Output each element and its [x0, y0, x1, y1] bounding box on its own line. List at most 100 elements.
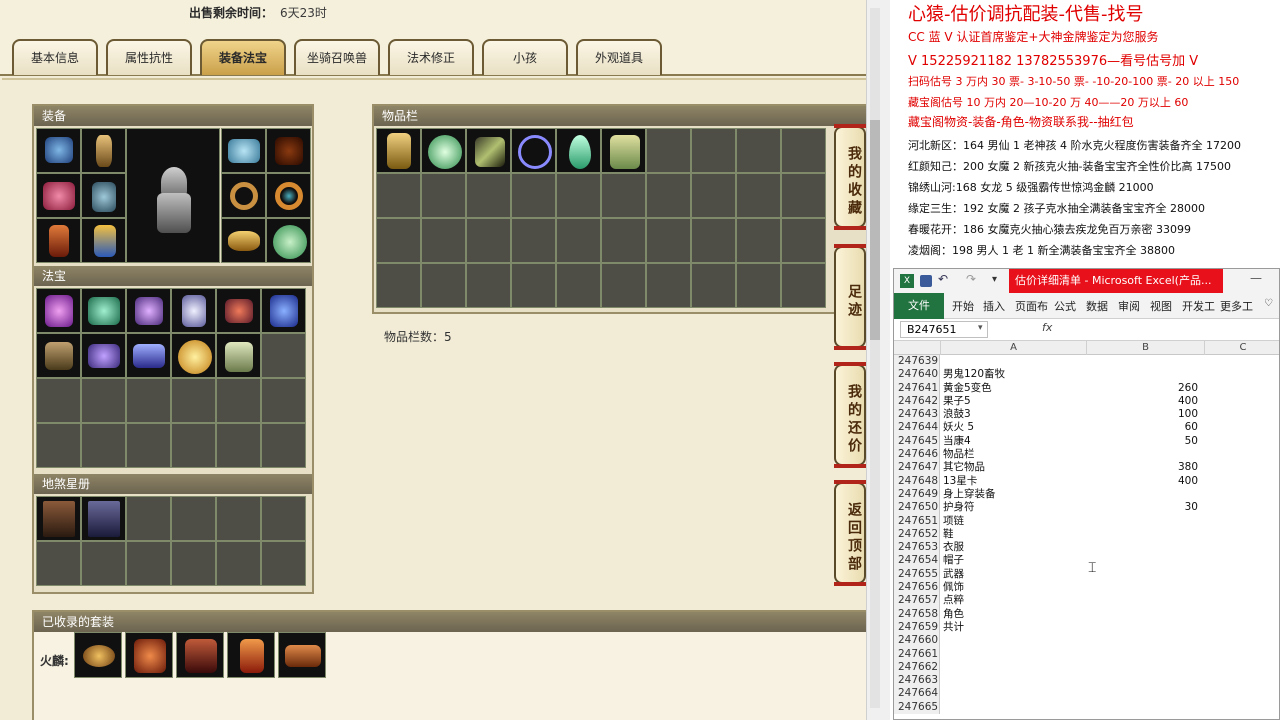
column-header-b[interactable]: B: [1086, 341, 1204, 355]
treasure-slot[interactable]: [261, 333, 306, 378]
star-card-slot[interactable]: [36, 496, 81, 541]
inventory-slot[interactable]: [376, 173, 421, 218]
cell-a[interactable]: 护身符: [943, 501, 1085, 514]
inventory-slot[interactable]: [691, 173, 736, 218]
inventory-slot[interactable]: [601, 173, 646, 218]
cell-a[interactable]: 共计: [943, 621, 1085, 634]
row-number[interactable]: 247650: [894, 501, 940, 515]
save-icon[interactable]: [920, 275, 932, 287]
row-number[interactable]: 247659: [894, 620, 940, 635]
treasure-slot[interactable]: [126, 378, 171, 423]
sheet-row[interactable]: 247645 当康4 50: [894, 434, 1279, 449]
sheet-row[interactable]: 247655 武器: [894, 567, 1279, 582]
inventory-slot[interactable]: [556, 173, 601, 218]
row-number[interactable]: 247641: [894, 381, 940, 395]
treasure-slot[interactable]: [171, 333, 216, 378]
vertical-scrollbar[interactable]: [870, 8, 880, 708]
row-number[interactable]: 247664: [894, 687, 940, 701]
ribbon-tab-data[interactable]: 数据: [1086, 298, 1108, 314]
inventory-slot[interactable]: [601, 218, 646, 263]
my-counteroffer-button[interactable]: 我的还价: [834, 362, 866, 468]
cell-a[interactable]: 鞋: [943, 528, 1085, 541]
treasure-slot[interactable]: [81, 378, 126, 423]
quick-access-dropdown-icon[interactable]: ▾: [992, 274, 997, 285]
cell-a[interactable]: 男鬼120畜牧: [943, 368, 1085, 381]
redo-icon[interactable]: ↷: [966, 272, 976, 286]
treasure-slot[interactable]: [261, 378, 306, 423]
treasure-slot[interactable]: [171, 288, 216, 333]
column-header-a[interactable]: A: [940, 341, 1086, 355]
cell-a[interactable]: 当康4: [943, 435, 1085, 448]
ribbon-tab-insert[interactable]: 插入: [983, 298, 1005, 314]
inventory-slot[interactable]: [736, 128, 781, 173]
row-number[interactable]: 247657: [894, 594, 940, 608]
sheet-row[interactable]: 247639: [894, 355, 1279, 369]
cell-b[interactable]: 100: [1087, 408, 1202, 421]
ribbon-tab-more-tools[interactable]: 更多工: [1220, 298, 1253, 314]
row-number[interactable]: 247660: [894, 634, 940, 648]
sheet-row[interactable]: 247644 妖火 5 60: [894, 421, 1279, 435]
row-number[interactable]: 247663: [894, 674, 940, 688]
scrollbar-thumb[interactable]: [870, 120, 880, 340]
sheet-row[interactable]: 247643 浪鼓3 100: [894, 408, 1279, 422]
row-number[interactable]: 247639: [894, 355, 940, 369]
row-number[interactable]: 247643: [894, 408, 940, 422]
cell-a[interactable]: 妖火 5: [943, 421, 1085, 434]
inventory-slot[interactable]: [421, 128, 466, 173]
sheet-row[interactable]: 247654 帽子: [894, 554, 1279, 568]
inventory-slot[interactable]: [646, 173, 691, 218]
equip-slot[interactable]: [81, 128, 126, 173]
inventory-slot[interactable]: [511, 218, 556, 263]
cell-b[interactable]: 400: [1087, 475, 1202, 488]
footprint-button[interactable]: 足迹: [834, 244, 866, 350]
column-header-c[interactable]: C: [1204, 341, 1279, 355]
tab-equipment-treasure[interactable]: 装备法宝: [200, 39, 286, 75]
tab-mounts-pets[interactable]: 坐骑召唤兽: [294, 39, 380, 75]
cell-b[interactable]: 60: [1087, 421, 1202, 434]
inventory-slot[interactable]: [376, 128, 421, 173]
equip-slot[interactable]: [221, 173, 266, 218]
cell-b[interactable]: 50: [1087, 435, 1202, 448]
cell-a[interactable]: 果子5: [943, 395, 1085, 408]
treasure-slot[interactable]: [216, 333, 261, 378]
cell-a[interactable]: 武器: [943, 568, 1085, 581]
back-to-top-button[interactable]: 返回顶部: [834, 480, 866, 586]
equip-slot[interactable]: [266, 173, 311, 218]
inventory-slot[interactable]: [736, 173, 781, 218]
row-number[interactable]: 247662: [894, 660, 940, 675]
row-number[interactable]: 247640: [894, 368, 940, 382]
star-card-slot[interactable]: [171, 496, 216, 541]
sheet-row[interactable]: 247652 鞋: [894, 527, 1279, 542]
ribbon-tab-review[interactable]: 审阅: [1118, 298, 1140, 314]
sheet-row[interactable]: 247659 共计: [894, 620, 1279, 635]
star-card-slot[interactable]: [216, 541, 261, 586]
cell-a[interactable]: 衣服: [943, 541, 1085, 554]
row-number[interactable]: 247647: [894, 461, 940, 475]
row-number[interactable]: 247653: [894, 541, 940, 555]
inventory-slot[interactable]: [376, 218, 421, 263]
star-card-slot[interactable]: [36, 541, 81, 586]
inventory-slot[interactable]: [646, 263, 691, 308]
cell-b[interactable]: 380: [1087, 461, 1202, 474]
treasure-slot[interactable]: [81, 288, 126, 333]
inventory-slot[interactable]: [556, 263, 601, 308]
star-card-slot[interactable]: [261, 541, 306, 586]
row-number[interactable]: 247651: [894, 514, 940, 528]
inventory-slot[interactable]: [781, 128, 826, 173]
treasure-slot[interactable]: [126, 333, 171, 378]
treasure-slot[interactable]: [81, 423, 126, 468]
cell-a[interactable]: 角色: [943, 608, 1085, 621]
inventory-slot[interactable]: [466, 218, 511, 263]
treasure-slot[interactable]: [126, 423, 171, 468]
star-card-slot[interactable]: [171, 541, 216, 586]
row-number[interactable]: 247645: [894, 434, 940, 449]
name-box[interactable]: B247651: [900, 321, 988, 338]
sheet-row[interactable]: 247656 佩饰: [894, 581, 1279, 595]
treasure-slot[interactable]: [36, 333, 81, 378]
equip-slot[interactable]: [81, 218, 126, 263]
treasure-slot[interactable]: [36, 378, 81, 423]
tab-basic-info[interactable]: 基本信息: [12, 39, 98, 75]
star-card-slot[interactable]: [81, 496, 126, 541]
undo-icon[interactable]: ↶: [938, 272, 948, 286]
star-card-slot[interactable]: [126, 541, 171, 586]
